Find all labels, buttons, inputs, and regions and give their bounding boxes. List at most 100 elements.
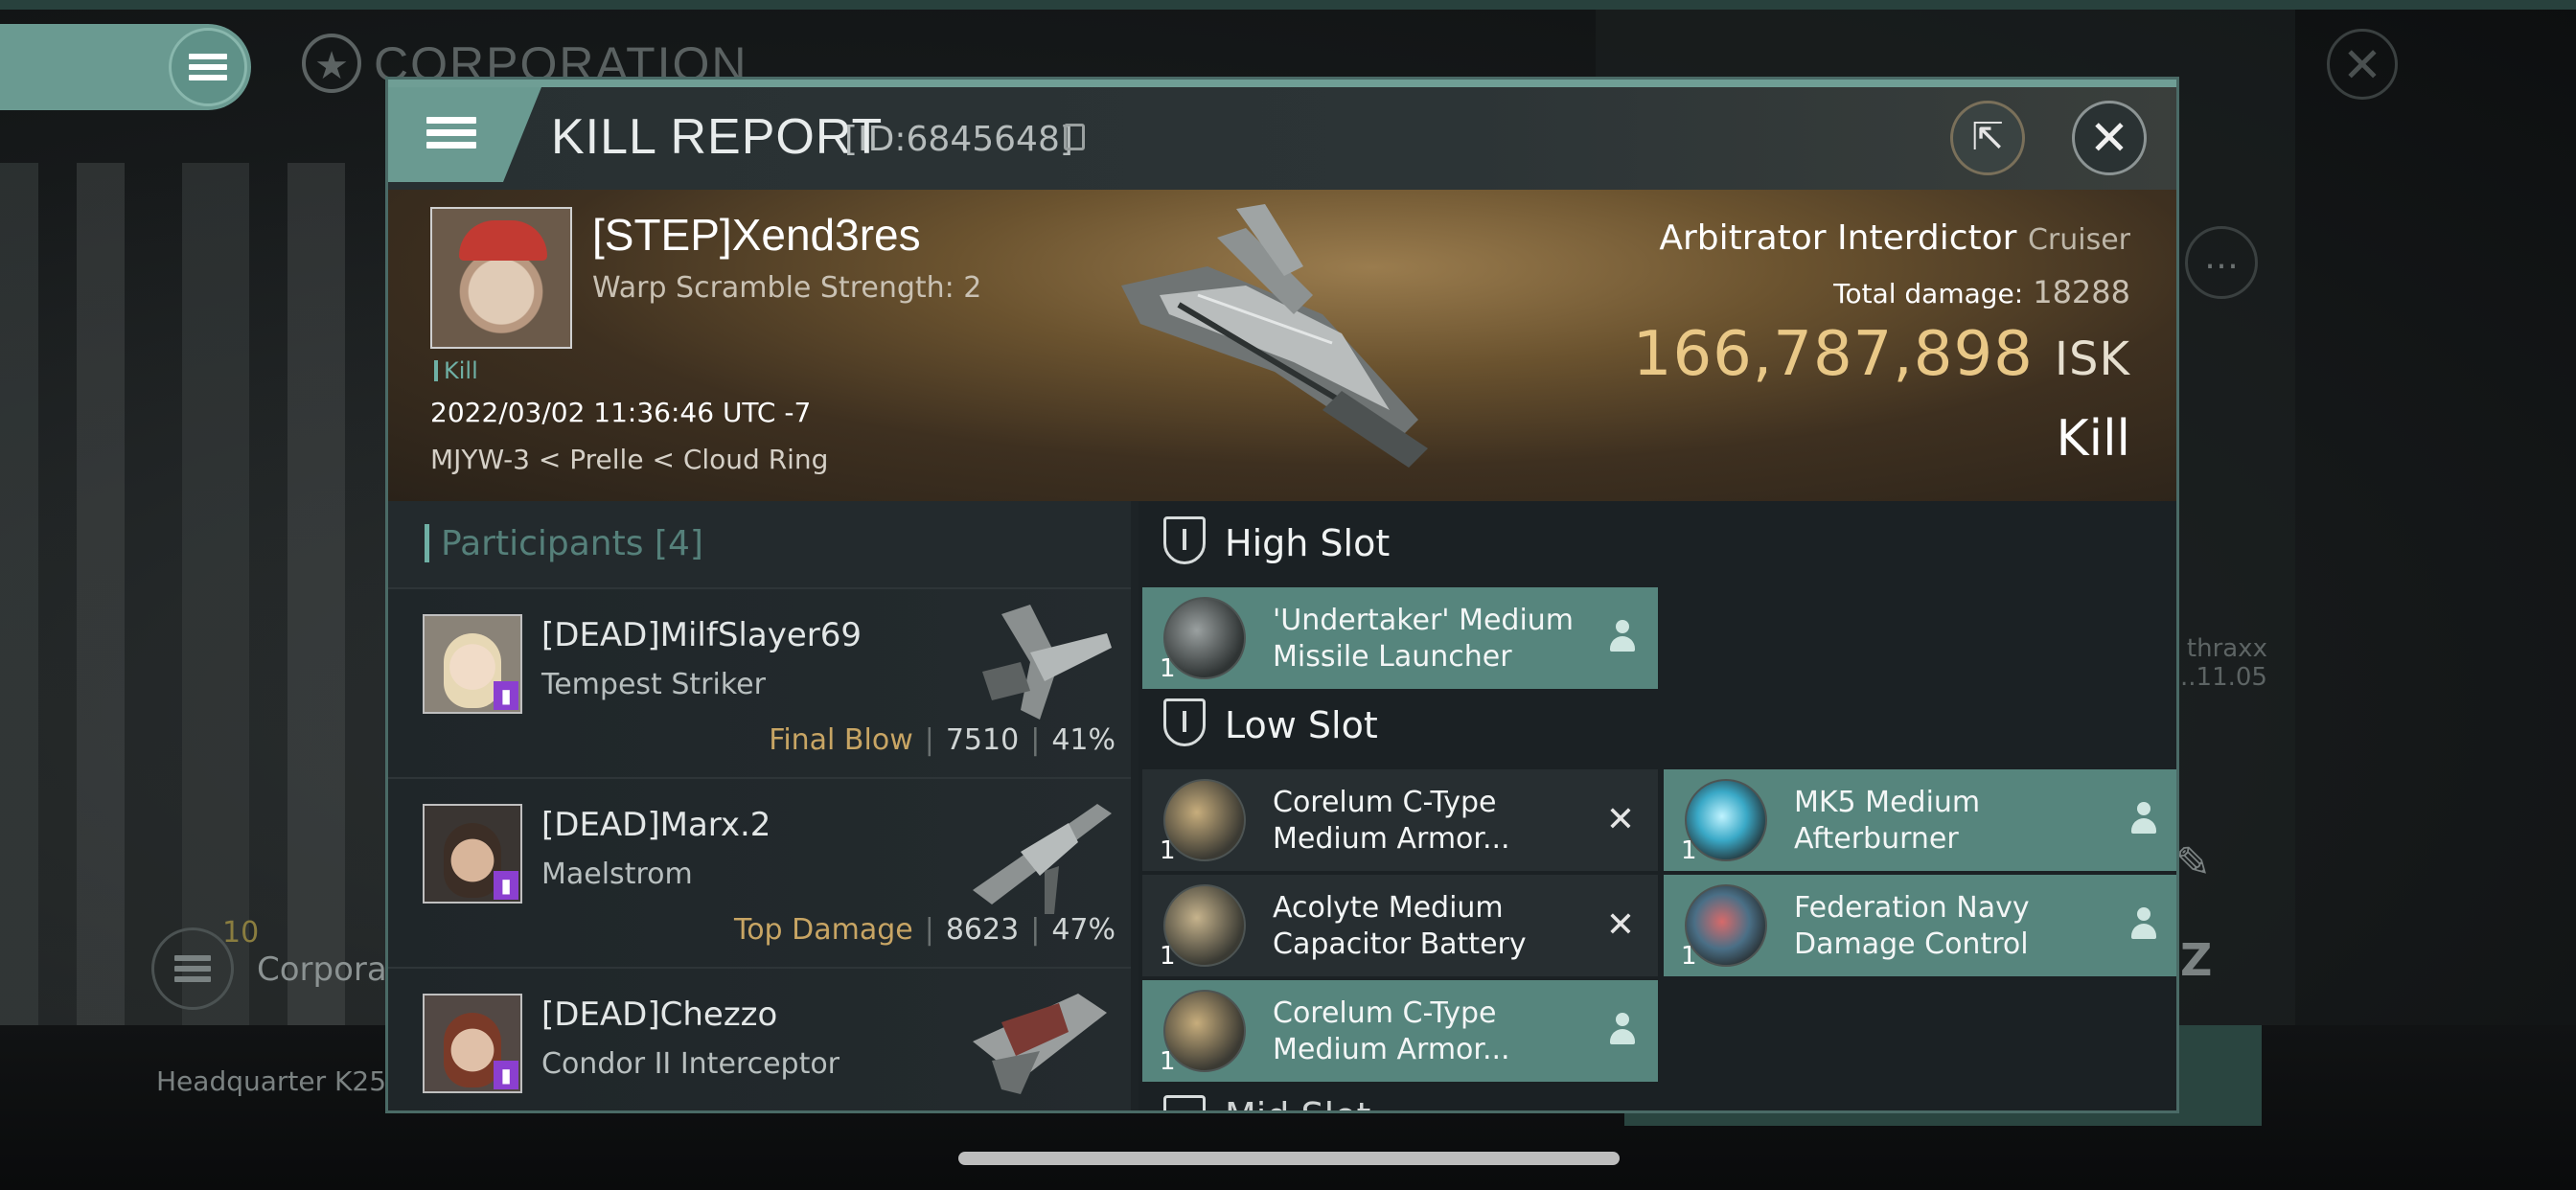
low-slot-header: Low Slot bbox=[1138, 683, 1656, 764]
victim-ship-name[interactable]: Arbitrator Interdictor Cruiser bbox=[1659, 218, 2130, 258]
filter-settings-icon[interactable]: Z bbox=[2180, 934, 2212, 986]
participant-percent: 41% bbox=[1051, 723, 1116, 757]
victim-portrait[interactable] bbox=[430, 207, 572, 349]
participant-portrait[interactable]: ▮ bbox=[423, 614, 522, 714]
participant-name: [DEAD]Marx.2 bbox=[541, 806, 771, 844]
copy-id-icon[interactable] bbox=[1064, 124, 1085, 150]
victim-ship-image[interactable] bbox=[1102, 199, 1466, 477]
kill-tag: Kill bbox=[434, 357, 478, 384]
fitting-panel: High Slot 1 'Undertaker' Medium Missile L… bbox=[1138, 501, 2176, 1110]
armor-repairer-icon bbox=[1163, 990, 1246, 1072]
module-item[interactable]: 1 Corelum C-Type Medium Armor... ✕ bbox=[1142, 769, 1658, 871]
module-name-line1: MK5 Medium bbox=[1794, 786, 1981, 819]
kill-tag-label: Kill bbox=[444, 357, 478, 384]
main-menu-icon-circle bbox=[169, 28, 247, 106]
destroyed-x-icon: ✕ bbox=[1605, 905, 1636, 945]
kill-datetime: 2022/03/02 11:36:46 UTC -7 bbox=[430, 397, 812, 428]
corporation-label: Corpora bbox=[257, 950, 387, 989]
participant-stats: Top Damage | 8623 | 47% bbox=[733, 913, 1116, 947]
low-slot-title: Low Slot bbox=[1225, 704, 1378, 746]
participant-name: [DEAD]Chezzo bbox=[541, 995, 778, 1034]
background-close-icon[interactable]: ✕ bbox=[2327, 29, 2398, 100]
alliance-badge-icon: ▮ bbox=[494, 681, 518, 710]
module-name: Acolyte Medium Capacitor Battery bbox=[1273, 890, 1589, 963]
victim-ship-class: Cruiser bbox=[2027, 223, 2130, 257]
close-icon[interactable]: ✕ bbox=[2072, 101, 2147, 175]
background-member-name: thraxx bbox=[2186, 634, 2267, 663]
module-item[interactable]: 1 Corelum C-Type Medium Armor... bbox=[1142, 980, 1658, 1082]
afterburner-icon bbox=[1685, 779, 1767, 861]
module-quantity: 1 bbox=[1160, 836, 1176, 865]
module-item[interactable]: 1 Acolyte Medium Capacitor Battery ✕ bbox=[1142, 875, 1658, 976]
total-damage-value: 18288 bbox=[2033, 274, 2130, 310]
module-name: 'Undertaker' Medium Missile Launcher bbox=[1273, 603, 1589, 675]
high-slot-icon bbox=[1163, 516, 1206, 564]
low-slot-icon bbox=[1163, 698, 1206, 746]
module-name-line1: Federation Navy bbox=[1794, 891, 2030, 925]
kill-report-id: [ID:6845648] bbox=[844, 120, 1073, 159]
module-name: MK5 Medium Afterburner bbox=[1794, 785, 2110, 858]
participant-row[interactable]: ▮ [DEAD]Marx.2 Maelstrom Top Damage | 8623… bbox=[388, 777, 1131, 967]
participant-portrait[interactable]: ▮ bbox=[423, 804, 522, 904]
background-top-bar bbox=[0, 0, 2576, 10]
isk-unit: ISK bbox=[2054, 332, 2130, 386]
headquarter-label: Headquarter K25 bbox=[156, 1065, 387, 1097]
module-quantity: 1 bbox=[1681, 942, 1697, 971]
corporation-count: 10 bbox=[222, 916, 260, 950]
module-item[interactable]: 1 Federation Navy Damage Control bbox=[1664, 875, 2176, 976]
participants-header: Participants [4] bbox=[388, 501, 1131, 587]
mid-slot-header: Mid Slot bbox=[1163, 1095, 1643, 1110]
high-slot-title: High Slot bbox=[1225, 522, 1391, 564]
damage-control-icon bbox=[1685, 884, 1767, 967]
missile-launcher-icon bbox=[1163, 597, 1246, 679]
fitted-person-icon bbox=[2129, 907, 2158, 942]
more-options-icon[interactable]: … bbox=[2185, 226, 2258, 299]
corporation-star-icon: ★ bbox=[302, 34, 361, 93]
top-damage-tag: Top Damage bbox=[733, 913, 913, 947]
main-menu-button[interactable] bbox=[0, 24, 251, 110]
alliance-badge-icon: ▮ bbox=[494, 871, 518, 900]
hamburger-icon bbox=[426, 111, 476, 154]
mid-slot-icon bbox=[1163, 1095, 1206, 1110]
home-indicator[interactable] bbox=[958, 1152, 1620, 1165]
module-item[interactable]: 1 MK5 Medium Afterburner bbox=[1664, 769, 2176, 871]
participant-ship-image bbox=[973, 994, 1107, 1094]
participants-panel: Participants [4] ▮ [DEAD]MilfSlayer69 Te… bbox=[388, 501, 1131, 1110]
module-name: Corelum C-Type Medium Armor... bbox=[1273, 995, 1589, 1068]
module-name-line2: Capacitor Battery bbox=[1273, 927, 1527, 961]
participant-ship: Tempest Striker bbox=[541, 668, 766, 701]
module-name-line2: Damage Control bbox=[1794, 927, 2029, 961]
participant-stats: Final Blow | 7510 | 41% bbox=[769, 723, 1116, 757]
share-icon[interactable]: ⇱ bbox=[1950, 101, 2025, 175]
background-station-scene bbox=[0, 163, 402, 1025]
participant-row[interactable]: ▮ [DEAD]Chezzo Condor II Interceptor bbox=[388, 967, 1131, 1110]
victim-banner: [STEP]Xend3res Warp Scramble Strength: 2… bbox=[388, 190, 2176, 501]
isk-value: 166,787,898 ISK bbox=[1633, 319, 2130, 390]
mid-slot-title: Mid Slot bbox=[1225, 1095, 1370, 1110]
victim-name[interactable]: [STEP]Xend3res bbox=[592, 209, 921, 261]
participant-percent: 47% bbox=[1051, 913, 1116, 947]
module-quantity: 1 bbox=[1160, 942, 1176, 971]
kill-location[interactable]: MJYW-3 < Prelle < Cloud Ring bbox=[430, 444, 828, 475]
participants-count: [4] bbox=[654, 524, 703, 563]
module-quantity: 1 bbox=[1160, 654, 1176, 683]
participant-name: [DEAD]MilfSlayer69 bbox=[541, 616, 862, 654]
participant-ship-image bbox=[973, 804, 1112, 914]
kill-report-title: KILL REPORT bbox=[551, 109, 884, 165]
module-item[interactable]: 1 'Undertaker' Medium Missile Launcher bbox=[1142, 587, 1658, 689]
participants-title: Participants [4] bbox=[441, 524, 703, 563]
fitted-person-icon bbox=[1608, 620, 1637, 654]
module-name: Corelum C-Type Medium Armor... bbox=[1273, 785, 1589, 858]
participant-portrait[interactable]: ▮ bbox=[423, 994, 522, 1093]
module-name: Federation Navy Damage Control bbox=[1794, 890, 2110, 963]
armor-repairer-icon bbox=[1163, 779, 1246, 861]
module-name-line1: Acolyte Medium bbox=[1273, 891, 1504, 925]
victim-ship-type: Arbitrator Interdictor bbox=[1659, 218, 2017, 258]
total-damage: Total damage: 18288 bbox=[1833, 274, 2130, 310]
warp-scramble-strength: Warp Scramble Strength: 2 bbox=[592, 271, 982, 305]
final-blow-tag: Final Blow bbox=[769, 723, 913, 757]
participant-row[interactable]: ▮ [DEAD]MilfSlayer69 Tempest Striker Fin… bbox=[388, 587, 1131, 777]
edit-icon[interactable]: ✎ bbox=[2175, 838, 2223, 887]
participant-damage: 8623 bbox=[945, 913, 1020, 947]
module-name-line2: Medium Armor... bbox=[1273, 822, 1510, 856]
